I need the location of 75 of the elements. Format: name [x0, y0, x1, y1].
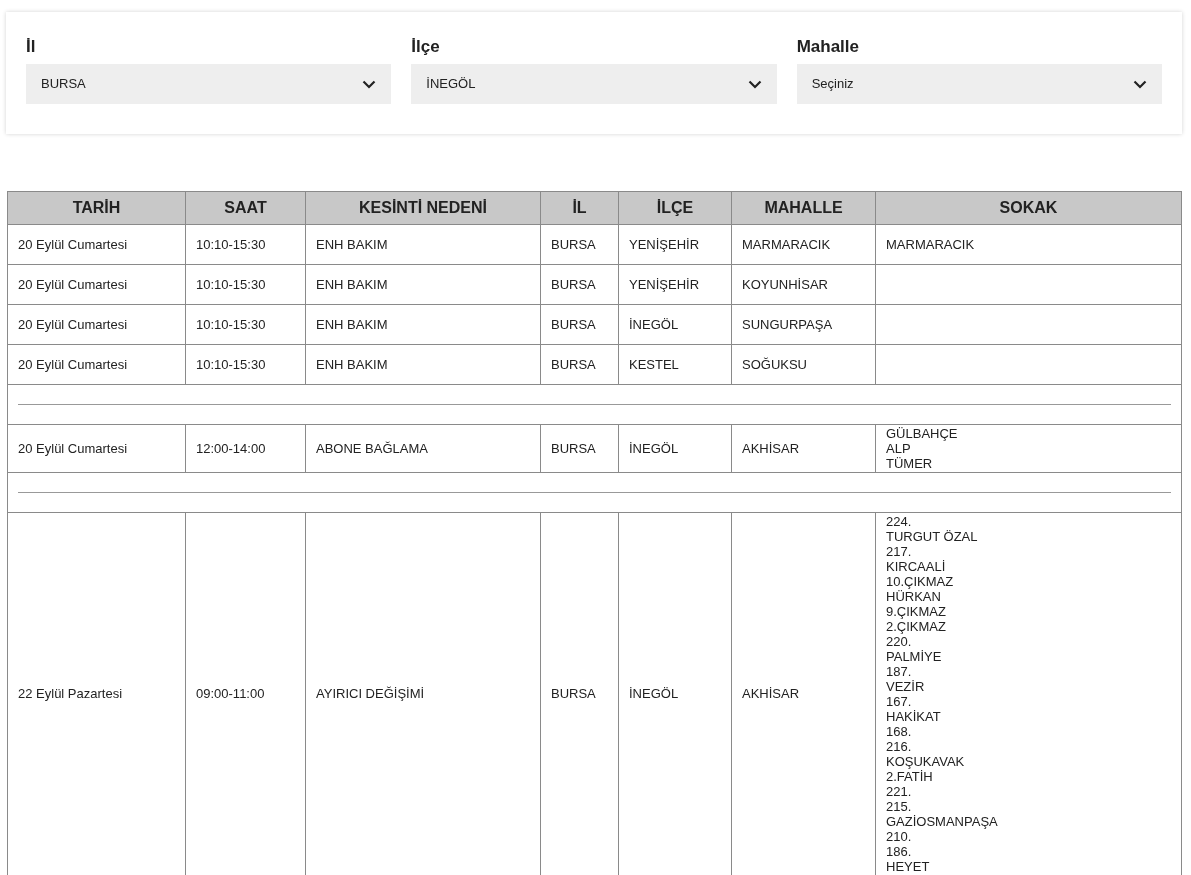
- street-name: 167.: [886, 694, 912, 709]
- dropdown-select[interactable]: İNEGÖL: [411, 64, 777, 104]
- filter-label: İl: [26, 36, 36, 58]
- column-header: İL: [540, 191, 619, 225]
- table-cell: YENİŞEHİR: [618, 224, 732, 265]
- table-cell: 20 Eylül Cumartesi: [7, 304, 186, 345]
- table-cell: MARMARACIK: [731, 224, 876, 265]
- street-name: 217.: [886, 544, 912, 559]
- street-name: 210.: [886, 829, 912, 844]
- table-cell: BURSA: [540, 224, 619, 265]
- street-name: TÜMER: [886, 456, 933, 471]
- street-name: 168.: [886, 724, 912, 739]
- table-cell: AKHİSAR: [731, 424, 876, 473]
- table-cell: BURSA: [540, 264, 619, 305]
- street-name: VEZİR: [886, 679, 925, 694]
- street-name: TURGUT ÖZAL: [886, 529, 978, 544]
- table-cell: BURSA: [540, 424, 619, 473]
- column-header: TARİH: [7, 191, 186, 225]
- table-cell: YENİŞEHİR: [618, 264, 732, 305]
- street-name: 187.: [886, 664, 912, 679]
- street-name: PALMİYE: [886, 649, 942, 664]
- chevron-down-icon: [362, 79, 377, 89]
- street-name: MARMARACIK: [886, 237, 975, 252]
- table-cell: ENH BAKIM: [305, 224, 541, 265]
- street-name: 9.ÇIKMAZ: [886, 604, 946, 619]
- table-cell: 20 Eylül Cumartesi: [7, 224, 186, 265]
- table-cell: ENH BAKIM: [305, 344, 541, 385]
- table-cell: 10:10-15:30: [185, 264, 306, 305]
- table-cell: BURSA: [540, 304, 619, 345]
- dropdown-select[interactable]: Seçiniz: [796, 64, 1162, 104]
- street-name: 221.: [886, 784, 912, 799]
- table-cell: 20 Eylül Cumartesi: [7, 264, 186, 305]
- street-name: 2.FATİH: [886, 769, 933, 784]
- street-name: 216.: [886, 739, 912, 754]
- column-header: İLÇE: [618, 191, 732, 225]
- table-cell: 10:10-15:30: [185, 224, 306, 265]
- chevron-down-icon: [1133, 79, 1147, 89]
- table-cell: 22 Eylül Pazartesi: [7, 512, 186, 875]
- dropdown-select[interactable]: BURSA: [26, 64, 392, 104]
- filter-label: İlçe: [411, 36, 440, 58]
- table-cell: BURSA: [540, 344, 619, 385]
- table-cell: KOYUNHİSAR: [731, 264, 876, 305]
- table-cell: 20 Eylül Cumartesi: [7, 344, 186, 385]
- table-cell: SUNGURPAŞA: [731, 304, 876, 345]
- table-cell: 10:10-15:30: [185, 304, 306, 345]
- chevron-down-icon: [747, 79, 762, 89]
- table-cell: ENH BAKIM: [305, 264, 541, 305]
- street-name: 215.: [886, 799, 912, 814]
- street-name: 220.: [886, 634, 912, 649]
- street-name: KOŞUKAVAK: [886, 754, 965, 769]
- street-name: 10.ÇIKMAZ: [886, 574, 954, 589]
- table-cell: İNEGÖL: [618, 304, 732, 345]
- table-cell: ABONE BAĞLAMA: [305, 424, 541, 473]
- column-header: SAAT: [185, 191, 306, 225]
- table-cell: ENH BAKIM: [305, 304, 541, 345]
- table-cell: İNEGÖL: [618, 424, 732, 473]
- column-header: MAHALLE: [731, 191, 876, 225]
- street-name: HÜRKAN: [886, 589, 941, 604]
- table-cell: SOĞUKSU: [731, 344, 876, 385]
- table-cell: 10:10-15:30: [185, 344, 306, 385]
- street-name: KIRCAALİ: [886, 559, 946, 574]
- street-name: HAKİKAT: [886, 709, 941, 724]
- table-cell: KESTEL: [618, 344, 732, 385]
- street-name: GÜLBAHÇE: [886, 426, 958, 441]
- street-name: 224.: [886, 514, 912, 529]
- street-name: GAZİOSMANPAŞA: [886, 814, 998, 829]
- column-header: SOKAK: [875, 191, 1182, 225]
- table-cell: 20 Eylül Cumartesi: [7, 424, 186, 473]
- filter-label: Mahalle: [796, 36, 859, 58]
- table-cell: 12:00-14:00: [185, 424, 306, 473]
- street-name: 186.: [886, 844, 912, 859]
- street-name: ALP: [886, 441, 911, 456]
- street-name: 2.ÇIKMAZ: [886, 619, 946, 634]
- street-name: HEYET: [886, 859, 930, 874]
- column-header: KESİNTİ NEDENİ: [305, 191, 541, 225]
